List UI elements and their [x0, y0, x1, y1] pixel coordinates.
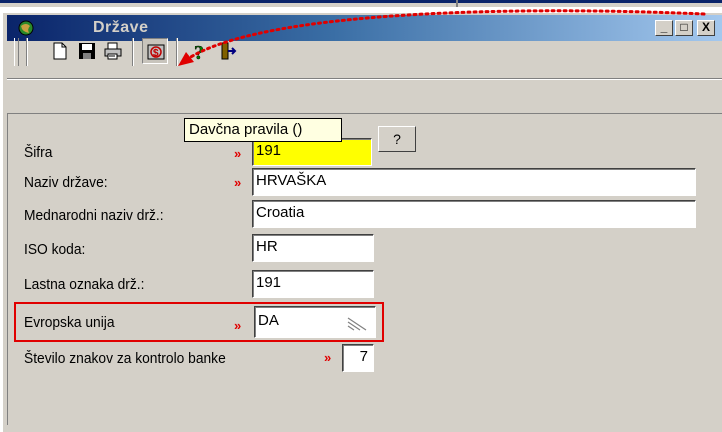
annotation-arrow [178, 9, 706, 66]
